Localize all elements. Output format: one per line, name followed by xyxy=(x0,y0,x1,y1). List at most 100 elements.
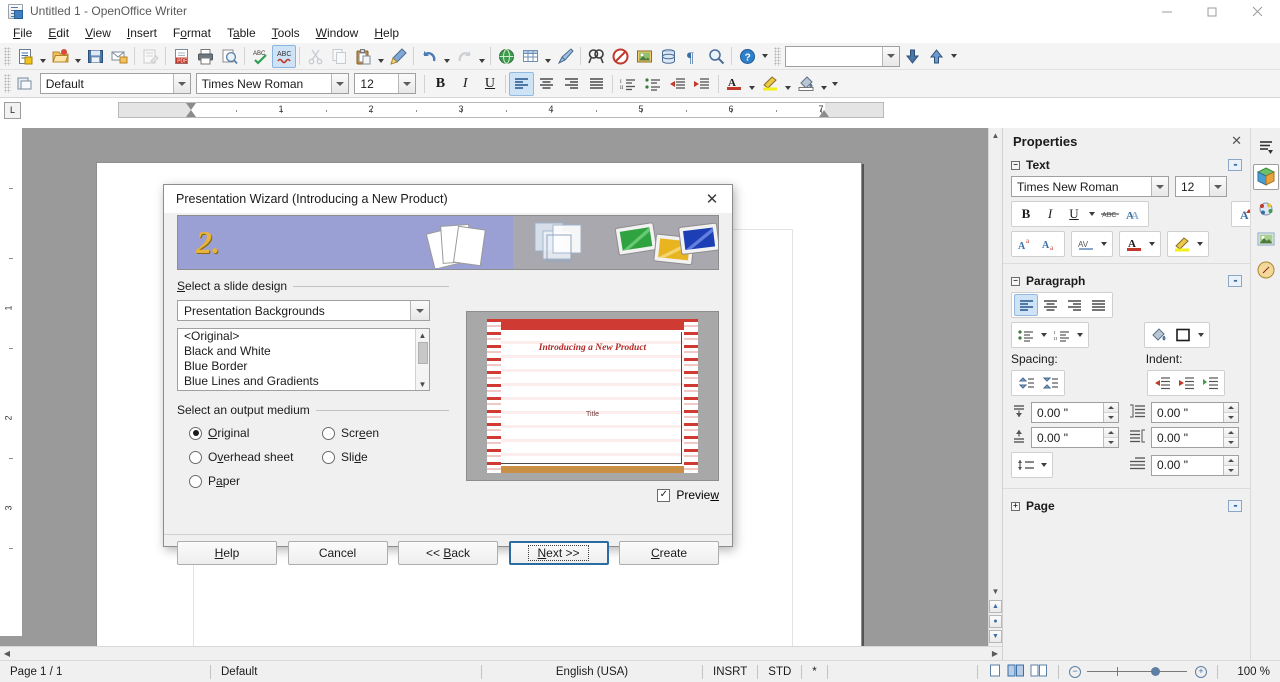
decrease-indent-icon[interactable] xyxy=(665,72,690,96)
toolbar-grip[interactable] xyxy=(4,46,11,66)
clone-formatting-icon[interactable] xyxy=(386,45,410,68)
paragraph-style-apply-icon[interactable] xyxy=(13,72,37,95)
sidebar-unordered-list-icon[interactable] xyxy=(1014,324,1038,346)
horizontal-ruler[interactable]: 1 2 3 4 5 6 7 xyxy=(118,102,884,118)
sidebar-italic-button[interactable]: I xyxy=(1038,203,1062,225)
radio-slide[interactable]: Slide xyxy=(322,450,368,464)
formatting-toolbar-overflow-icon[interactable] xyxy=(829,72,840,95)
bold-button[interactable]: B xyxy=(428,72,453,96)
paragraph-style-dropdown-icon[interactable] xyxy=(172,74,190,93)
menu-format[interactable]: Format xyxy=(165,24,219,42)
list-item[interactable]: Blue Lines and Gradients xyxy=(178,374,429,389)
indent-before-stepper[interactable] xyxy=(1223,403,1238,422)
stepper-up-icon[interactable] xyxy=(1104,403,1118,412)
radio-original[interactable]: Original xyxy=(189,426,249,440)
sidebar-close-icon[interactable]: ✕ xyxy=(1231,133,1242,149)
background-color-dropdown-icon[interactable] xyxy=(818,72,829,95)
radio-paper-indicator[interactable] xyxy=(189,474,202,488)
subscript-icon[interactable]: Aa xyxy=(1038,233,1062,255)
align-justified-icon[interactable] xyxy=(584,72,609,96)
sidebar-align-center-icon[interactable] xyxy=(1038,294,1062,316)
multi-page-view-icon[interactable] xyxy=(1007,664,1025,680)
left-indent-marker[interactable] xyxy=(186,110,196,117)
open-folder-dropdown-icon[interactable] xyxy=(72,45,83,68)
new-document-dropdown-icon[interactable] xyxy=(37,45,48,68)
vertical-ruler[interactable]: 1 2 3 xyxy=(0,128,22,636)
edit-file-icon[interactable] xyxy=(138,45,162,68)
character-spacing-icon[interactable]: AV xyxy=(1074,233,1098,255)
hanging-indent-icon[interactable] xyxy=(1198,372,1222,394)
export-pdf-icon[interactable]: PDF xyxy=(169,45,193,68)
find-input[interactable] xyxy=(785,45,900,67)
print-preview-icon[interactable] xyxy=(217,45,241,68)
navigation-button[interactable]: ● xyxy=(989,615,1002,628)
tab-stop-selector[interactable]: L xyxy=(4,101,21,119)
scroll-up-icon[interactable]: ▲ xyxy=(419,329,427,341)
vertical-scrollbar[interactable]: ▲ ▼ ▲ ● ▼ xyxy=(988,128,1002,646)
font-size-combo[interactable]: 12 xyxy=(354,73,416,94)
sidebar-font-name-dropdown-icon[interactable] xyxy=(1151,177,1168,196)
scroll-up-icon[interactable]: ▲ xyxy=(989,128,1003,142)
stepper-down-icon[interactable] xyxy=(1224,412,1238,422)
stepper-down-icon[interactable] xyxy=(1104,412,1118,422)
sidebar-font-size-dropdown-icon[interactable] xyxy=(1209,177,1226,196)
stepper-down-icon[interactable] xyxy=(1224,437,1238,447)
single-page-view-icon[interactable] xyxy=(988,664,1002,680)
sidebar-ordered-list-dropdown-icon[interactable] xyxy=(1074,324,1086,346)
sidebar-highlighting-dropdown-icon[interactable] xyxy=(1194,233,1206,255)
open-folder-icon[interactable] xyxy=(48,45,72,68)
panel-header-page[interactable]: + Page ▪▪ xyxy=(1003,495,1250,517)
scroll-left-icon[interactable]: ◀ xyxy=(0,647,14,661)
font-name-dropdown-icon[interactable] xyxy=(331,74,349,93)
increase-paragraph-spacing-icon[interactable] xyxy=(1014,372,1038,394)
redo-icon[interactable] xyxy=(452,45,476,68)
scroll-down-icon[interactable]: ▼ xyxy=(989,584,1003,598)
help-button[interactable]: Help xyxy=(177,541,277,565)
minimize-icon[interactable] xyxy=(1145,0,1190,22)
sidebar-strikethrough-icon[interactable]: ABC xyxy=(1098,203,1122,225)
formatting-marks-icon[interactable]: ¶ xyxy=(680,45,704,68)
list-item[interactable]: <Original> xyxy=(178,329,429,344)
stepper-up-icon[interactable] xyxy=(1224,455,1238,465)
print-icon[interactable] xyxy=(193,45,217,68)
insert-image-icon[interactable] xyxy=(632,45,656,68)
scroll-right-icon[interactable]: ▶ xyxy=(988,647,1002,661)
radio-overhead-sheet-indicator[interactable] xyxy=(189,450,202,464)
font-size-dropdown-icon[interactable] xyxy=(397,74,415,93)
align-right-icon[interactable] xyxy=(559,72,584,96)
text-panel-more-options-icon[interactable]: ▪▪ xyxy=(1228,159,1242,171)
no-symbol-icon[interactable] xyxy=(608,45,632,68)
menu-help[interactable]: Help xyxy=(366,24,407,42)
sidebar-font-size-combo[interactable]: 12 xyxy=(1175,176,1227,197)
paragraph-panel-more-options-icon[interactable]: ▪▪ xyxy=(1228,275,1242,287)
highlighting-icon[interactable] xyxy=(758,72,783,96)
sidebar-align-left-icon[interactable] xyxy=(1014,294,1038,316)
panel-header-text[interactable]: − Text ▪▪ xyxy=(1003,154,1250,176)
paragraph-border-icon[interactable] xyxy=(1171,324,1195,346)
highlighting-dropdown-icon[interactable] xyxy=(782,72,793,95)
sidebar-unordered-list-dropdown-icon[interactable] xyxy=(1038,324,1050,346)
list-item[interactable]: Black and White xyxy=(178,344,429,359)
panel-header-paragraph[interactable]: − Paragraph ▪▪ xyxy=(1003,270,1250,292)
back-button[interactable]: << Back xyxy=(398,541,498,565)
language-status[interactable]: English (USA) xyxy=(482,661,702,682)
first-line-indent-stepper[interactable] xyxy=(1223,455,1238,475)
menu-edit[interactable]: Edit xyxy=(40,24,77,42)
dialog-close-icon[interactable]: ✕ xyxy=(700,190,724,208)
zoom-knob[interactable] xyxy=(1151,667,1160,676)
align-center-icon[interactable] xyxy=(534,72,559,96)
close-icon[interactable] xyxy=(1235,0,1280,22)
increase-indent-icon[interactable] xyxy=(690,72,715,96)
sidebar-highlighting-icon[interactable] xyxy=(1170,233,1194,255)
font-color-icon[interactable]: A xyxy=(722,72,747,96)
sidebar-increase-indent-icon[interactable] xyxy=(1150,372,1174,394)
spacing-above-field[interactable]: 0.00 " xyxy=(1031,402,1119,423)
maximize-icon[interactable] xyxy=(1190,0,1235,22)
help-icon[interactable]: ? xyxy=(735,45,759,68)
create-button[interactable]: Create xyxy=(619,541,719,565)
list-item[interactable]: Blue Border xyxy=(178,359,429,374)
font-color-dropdown-icon[interactable] xyxy=(747,72,758,95)
background-color-icon[interactable] xyxy=(793,72,818,96)
draw-functions-icon[interactable] xyxy=(553,45,577,68)
collapse-icon[interactable]: − xyxy=(1011,276,1020,286)
